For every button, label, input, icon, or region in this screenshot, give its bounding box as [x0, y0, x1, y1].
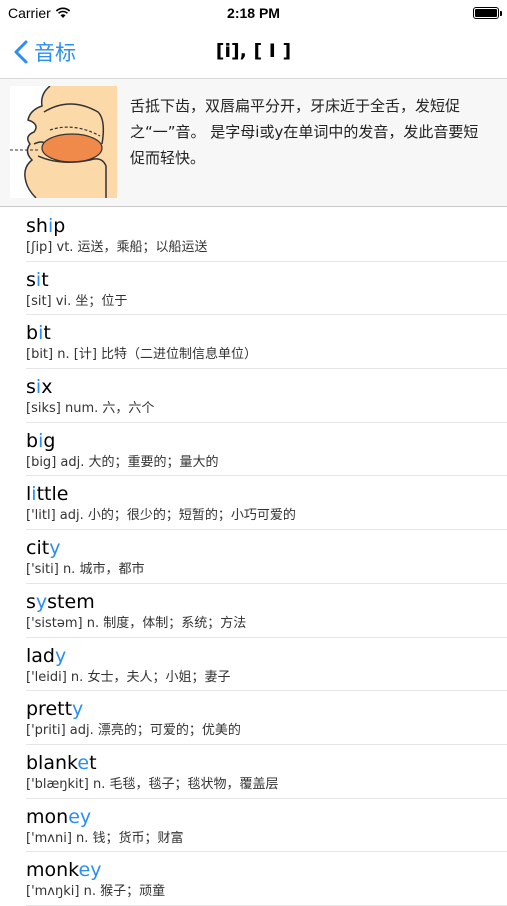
word-highlight: ey [68, 805, 92, 828]
word-part: cit [26, 537, 50, 560]
word-text: pretty [26, 690, 507, 722]
word-meaning: [big] adj. 大的；重要的；量大的 [26, 454, 219, 470]
word-text: big [26, 422, 507, 454]
word-text: lady [26, 637, 507, 669]
word-part: x [41, 376, 53, 399]
word-highlight: y [49, 537, 61, 560]
word-part: b [26, 429, 39, 452]
word-highlight: y [54, 644, 67, 667]
word-part: t [41, 268, 49, 291]
word-row[interactable]: blanket ['blæŋkit] n. 毛毯，毯子；毯状物，覆盖层 [0, 744, 507, 799]
word-row[interactable]: sit [sit] vi. 坐；位于 [0, 261, 507, 316]
word-row[interactable]: big [big] adj. 大的；重要的；量大的 [0, 422, 507, 477]
word-meaning: [ʃip] vt. 运送，乘船；以船运送 [26, 240, 208, 255]
word-meaning: [sit] vi. 坐；位于 [26, 293, 128, 309]
word-meaning: ['litl] adj. 小的；很少的；短暂的；小巧可爱的 [26, 508, 296, 524]
word-meaning: ['mʌŋki] n. 猴子；顽童 [26, 884, 166, 900]
page-title: [i], [ I ] [215, 40, 292, 62]
navigation-bar: 音标 [i], [ I ] [0, 28, 507, 79]
word-meaning: ['priti] adj. 漂亮的；可爱的；优美的 [26, 723, 241, 739]
word-row[interactable]: little ['litl] adj. 小的；很少的；短暂的；小巧可爱的 [0, 475, 507, 530]
word-row[interactable]: six [siks] num. 六，六个 [0, 368, 507, 423]
word-part: s [26, 268, 36, 291]
word-part: sh [26, 215, 48, 237]
word-part: s [26, 376, 36, 399]
mouth-cross-section-icon [10, 86, 117, 198]
word-part: mon [26, 805, 69, 828]
word-row[interactable]: pretty ['priti] adj. 漂亮的；可爱的；优美的 [0, 690, 507, 745]
word-highlight: y [35, 590, 48, 613]
word-part: p [53, 215, 66, 237]
word-row[interactable]: ship [ʃip] vt. 运送，乘船；以船运送 [0, 207, 507, 262]
word-part: stem [47, 590, 95, 613]
word-part: t [89, 751, 97, 774]
word-text: little [26, 475, 507, 507]
word-meaning: ['siti] n. 城市，都市 [26, 562, 145, 578]
word-row[interactable]: bit [bit] n. [计] 比特（二进位制信息单位） [0, 314, 507, 369]
word-part: s [26, 590, 36, 613]
word-meaning: [siks] num. 六，六个 [26, 401, 155, 417]
word-text: six [26, 368, 507, 400]
word-text: system [26, 583, 507, 615]
word-part: t [43, 322, 51, 345]
intro-description: 舌抵下齿，双唇扁平分开，牙床近于全舌，发短促之“一”音。 是字母i或y在单词中的… [130, 97, 479, 167]
status-bar: Carrier 2:18 PM [0, 0, 507, 28]
word-text: city [26, 529, 507, 561]
word-part: blank [26, 751, 78, 774]
status-time: 2:18 PM [227, 5, 280, 21]
word-part: monk [26, 859, 79, 882]
word-highlight: e [77, 751, 90, 774]
word-highlight: y [72, 698, 84, 721]
word-text: sit [26, 261, 507, 293]
word-part: prett [26, 698, 73, 721]
battery-fill [475, 9, 497, 17]
battery-icon [473, 7, 502, 19]
word-row[interactable]: money ['mʌni] n. 钱；货币；财富 [0, 798, 507, 852]
word-row[interactable]: city ['siti] n. 城市，都市 [0, 529, 507, 584]
word-meaning: ['sistəm] n. 制度，体制；系统；方法 [26, 615, 247, 631]
word-row[interactable]: monkey ['mʌŋki] n. 猴子；顽童 [0, 851, 507, 906]
word-meaning: ['leidi] n. 女士，夫人；小姐；妻子 [26, 669, 231, 685]
word-list: ship [ʃip] vt. 运送，乘船；以船运送 sit [sit] vi. 坐；位… [0, 207, 507, 906]
word-highlight: ey [78, 859, 102, 882]
word-part: g [43, 429, 56, 452]
word-text: monkey [26, 851, 507, 883]
word-row[interactable]: system ['sistəm] n. 制度，体制；系统；方法 [0, 583, 507, 638]
word-meaning: [bit] n. [计] 比特（二进位制信息单位） [26, 347, 258, 363]
word-part: b [26, 322, 39, 345]
word-row[interactable]: lady ['leidi] n. 女士，夫人；小姐；妻子 [0, 637, 507, 691]
word-meaning: ['blæŋkit] n. 毛毯，毯子；毯状物，覆盖层 [26, 776, 279, 792]
word-text: bit [26, 314, 507, 346]
word-meaning: ['mʌni] n. 钱；货币；财富 [26, 830, 184, 846]
word-text: money [26, 798, 507, 830]
word-part: ttle [36, 483, 69, 506]
word-part: lad [26, 644, 55, 667]
word-text: blanket [26, 744, 507, 776]
pronunciation-intro: 舌抵下齿，双唇扁平分开，牙床近于全舌，发短促之“一”音。 是字母i或y在单词中的… [0, 79, 507, 207]
word-text: ship [26, 207, 507, 239]
